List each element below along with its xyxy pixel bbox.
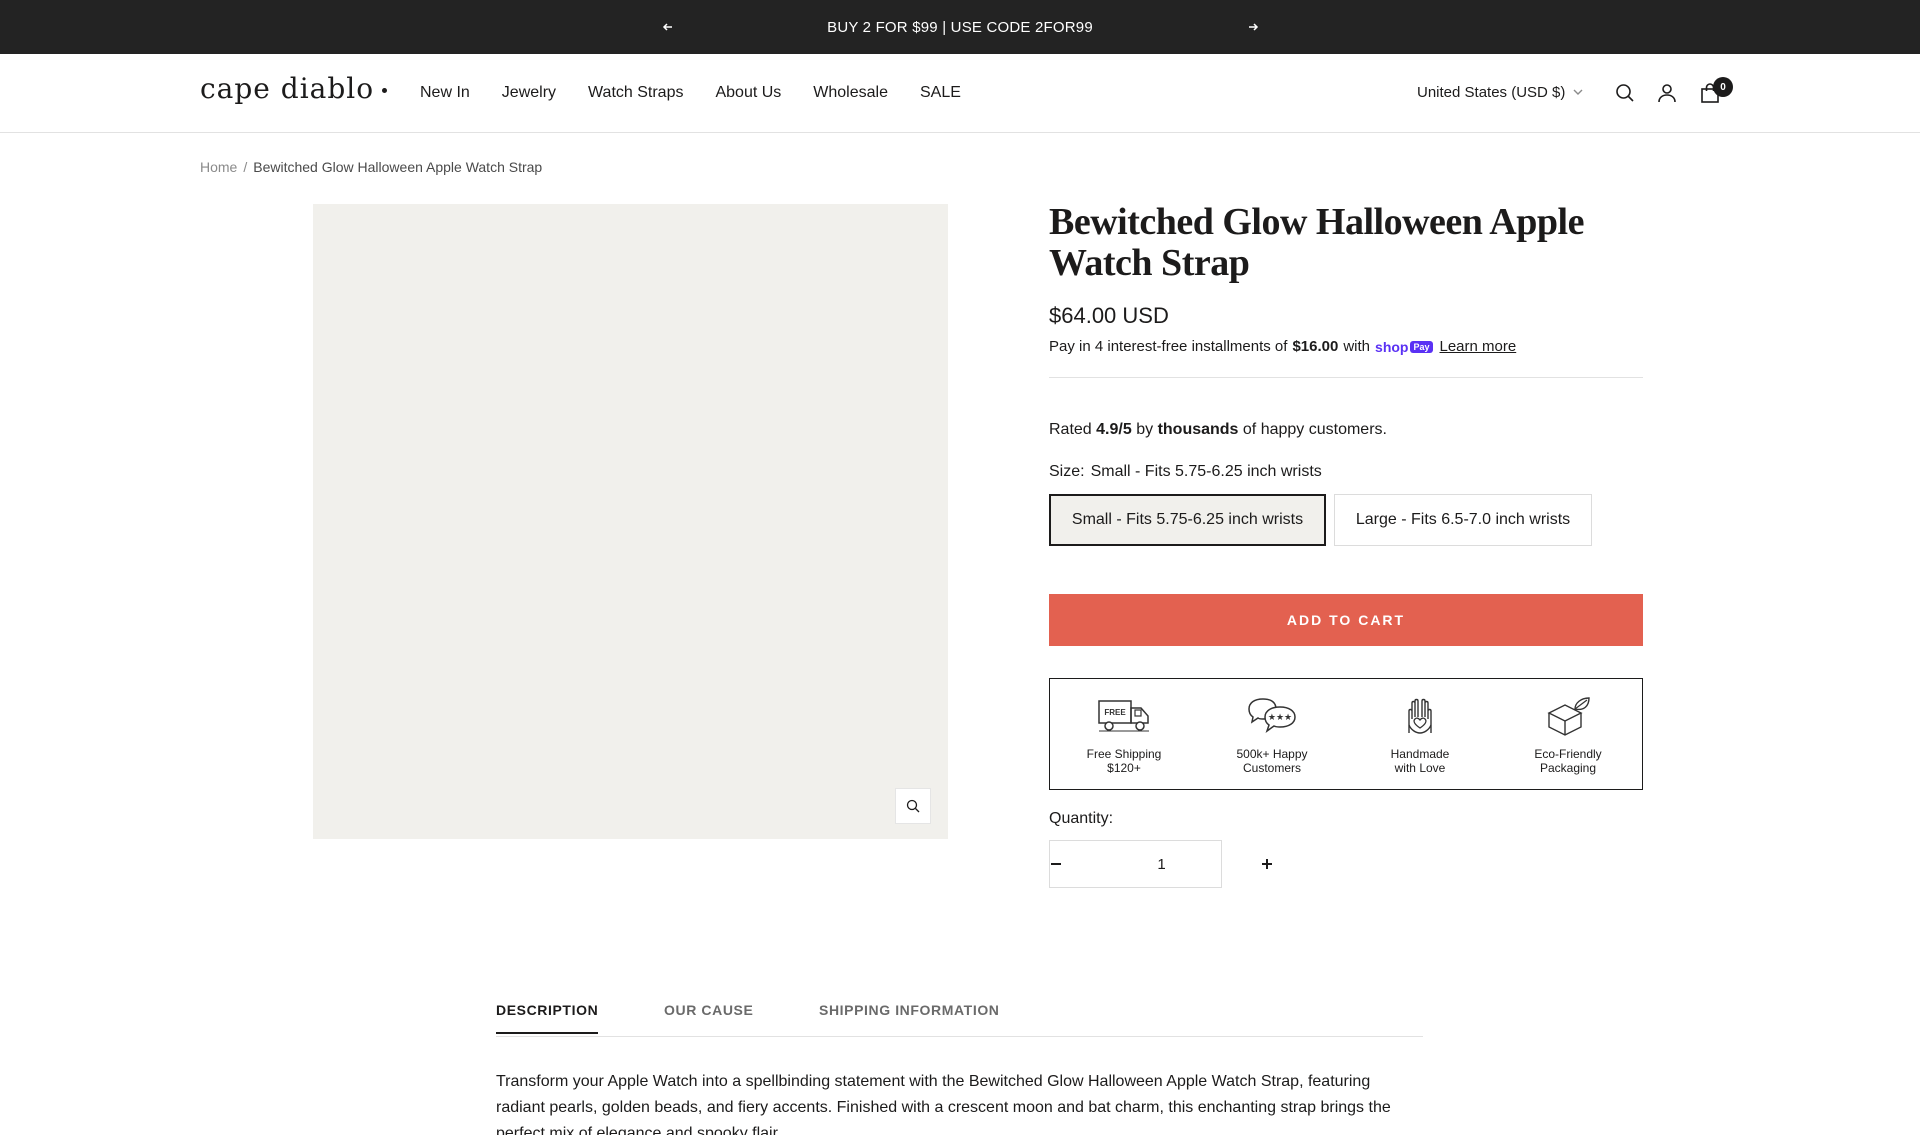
rating-thousands: thousands [1157, 421, 1239, 438]
feature-line1: Handmade [1390, 747, 1450, 761]
handmade-heart-hands-icon [1408, 698, 1432, 734]
feature-line2: Customers [1242, 761, 1301, 775]
rating-score: 4.9/5 [1096, 421, 1132, 438]
feature-line2: $120+ [1107, 761, 1141, 775]
size-label: Size: Small - Fits 5.75-6.25 inch wrists [1049, 463, 1322, 481]
cart-count-badge: 0 [1713, 77, 1733, 97]
logo[interactable]: cape diablo [200, 72, 388, 105]
nav-wholesale[interactable]: Wholesale [813, 84, 888, 102]
feature-label: Eco-Friendly Packaging [1518, 747, 1618, 775]
search-icon[interactable] [1614, 82, 1636, 104]
rating-rated: Rated [1049, 421, 1092, 438]
divider [1049, 377, 1643, 378]
nav-jewelry[interactable]: Jewelry [502, 84, 556, 102]
announcement-next-arrow-icon[interactable] [1243, 17, 1263, 37]
free-badge-text: FREE [1104, 708, 1126, 717]
feature-handmade: Handmade with Love [1346, 679, 1494, 789]
feature-line2: with Love [1394, 761, 1446, 775]
main-nav: New In Jewelry Watch Straps About Us Who… [420, 84, 993, 102]
svg-text:★★★: ★★★ [1268, 713, 1292, 723]
nav-sale[interactable]: SALE [920, 84, 961, 102]
feature-line1: 500k+ Happy [1236, 747, 1308, 761]
tab-our-cause[interactable]: OUR CAUSE [664, 1002, 753, 1032]
feature-label: Free Shipping $120+ [1074, 747, 1174, 775]
zoom-button[interactable] [895, 788, 931, 824]
shop-pay-shop-text: shop [1375, 338, 1409, 355]
logo-text: cape diablo [200, 72, 375, 105]
nav-watch-straps[interactable]: Watch Straps [588, 84, 683, 102]
account-icon[interactable] [1656, 82, 1678, 104]
zoom-icon [906, 799, 920, 813]
announcement-text: BUY 2 FOR $99 | USE CODE 2FOR99 [827, 18, 1093, 36]
product-price: $64.00 USD [1049, 303, 1169, 328]
feature-line2: Packaging [1539, 761, 1597, 775]
quantity-stepper [1049, 840, 1272, 888]
size-label-title: Size: [1049, 463, 1085, 480]
product-image[interactable] [313, 204, 948, 839]
quantity-increase-button[interactable] [1261, 841, 1273, 887]
installments-with: with [1343, 338, 1371, 355]
minus-icon [1051, 863, 1061, 865]
installments-info: Pay in 4 interest-free installments of $… [1049, 338, 1516, 355]
quantity-decrease-button[interactable] [1050, 841, 1062, 887]
feature-label: 500k+ Happy Customers [1222, 747, 1322, 775]
eco-packaging-box-icon [1547, 697, 1590, 736]
rating-by: by [1136, 421, 1154, 438]
announcement-prev-arrow-icon[interactable] [658, 17, 678, 37]
size-selected-value: Small - Fits 5.75-6.25 inch wrists [1090, 463, 1322, 480]
size-option-large[interactable]: Large - Fits 6.5-7.0 inch wrists [1334, 494, 1592, 546]
breadcrumb-separator: / [243, 159, 248, 175]
rating-text: Rated 4.9/5 by thousands of happy custom… [1049, 421, 1387, 439]
size-option-small[interactable]: Small - Fits 5.75-6.25 inch wrists [1049, 494, 1326, 546]
plus-icon [1262, 859, 1272, 869]
product-title: Bewitched Glow Halloween Apple Watch Str… [1049, 201, 1584, 284]
learn-more-link[interactable]: Learn more [1440, 338, 1517, 355]
shop-pay-logo-icon: shop Pay [1375, 338, 1433, 355]
chevron-down-icon [1573, 89, 1583, 95]
happy-customers-icon: ★★★ [1248, 698, 1296, 733]
rating-suffix: of happy customers. [1242, 421, 1387, 438]
feature-free-shipping: FREE Free Shipping $120+ [1050, 679, 1198, 789]
feature-line1: Free Shipping [1086, 747, 1162, 761]
announcement-bar: BUY 2 FOR $99 | USE CODE 2FOR99 [0, 0, 1920, 54]
country-selector[interactable]: United States (USD $) [1417, 84, 1583, 101]
product-description: Transform your Apple Watch into a spellb… [496, 1073, 1391, 1135]
nav-about-us[interactable]: About Us [715, 84, 781, 102]
logo-dot [382, 88, 388, 93]
add-to-cart-button[interactable]: ADD TO CART [1049, 594, 1643, 646]
quantity-input[interactable] [1062, 841, 1261, 887]
features-box: FREE Free Shipping $120+ ★★★ 500k+ Happy C… [1049, 678, 1643, 790]
free-shipping-truck-icon: FREE [1098, 700, 1149, 732]
feature-happy-customers: ★★★ 500k+ Happy Customers [1198, 679, 1346, 789]
breadcrumb-current: Bewitched Glow Halloween Apple Watch Str… [253, 159, 543, 175]
quantity-label: Quantity: [1049, 810, 1114, 827]
shop-pay-pay-text: Pay [1410, 340, 1433, 353]
feature-eco-packaging: Eco-Friendly Packaging [1494, 679, 1642, 789]
country-label: United States (USD $) [1417, 84, 1566, 101]
nav-new-in[interactable]: New In [420, 84, 470, 102]
installments-prefix: Pay in 4 interest-free installments of [1049, 338, 1288, 355]
feature-line1: Eco-Friendly [1534, 747, 1602, 761]
tab-description[interactable]: DESCRIPTION [496, 1002, 599, 1034]
installments-amount: $16.00 [1292, 338, 1339, 355]
product-tabs: DESCRIPTION OUR CAUSE SHIPPING INFORMATI… [496, 992, 1423, 1037]
breadcrumb: Home / Bewitched Glow Halloween Apple Watc… [200, 159, 542, 175]
tab-shipping-information[interactable]: SHIPPING INFORMATION [819, 1002, 1000, 1032]
feature-label: Handmade with Love [1370, 747, 1470, 775]
site-header: cape diablo New In Jewelry Watch Straps … [0, 54, 1920, 133]
breadcrumb-home[interactable]: Home [200, 159, 237, 175]
